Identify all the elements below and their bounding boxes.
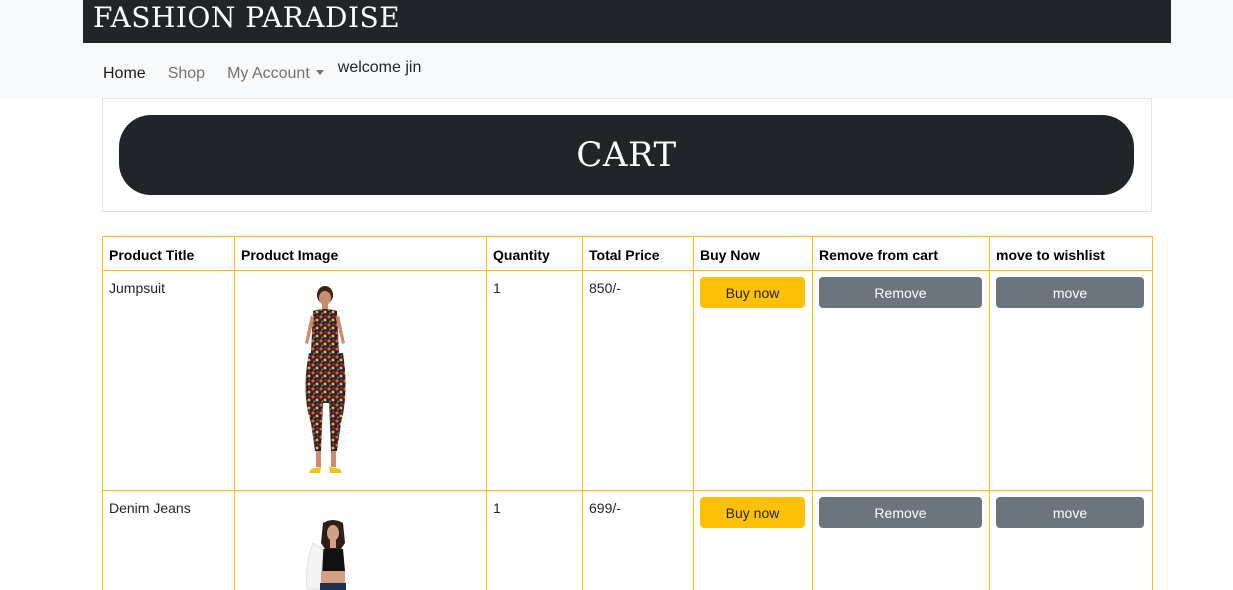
table-row: Denim Jeans 1 699/- Buy now Remove move — [102, 490, 1153, 590]
move-to-wishlist-button[interactable]: move — [996, 277, 1144, 308]
remove-button[interactable]: Remove — [819, 277, 982, 308]
brand-logo[interactable]: FASHION PARADISE — [93, 1, 400, 34]
header-product-title: Product Title — [102, 236, 235, 271]
cart-table: Product Title Product Image Quantity Tot… — [102, 236, 1153, 590]
table-header-row: Product Title Product Image Quantity Tot… — [102, 236, 1153, 271]
nav-my-account[interactable]: My Account — [227, 65, 324, 83]
header-product-image: Product Image — [234, 236, 487, 271]
product-image-jumpsuit — [305, 286, 346, 473]
header-remove-from-cart: Remove from cart — [812, 236, 990, 271]
total-price-cell: 850/- — [582, 270, 694, 491]
quantity-cell: 1 — [486, 490, 583, 590]
buy-now-button[interactable]: Buy now — [700, 277, 805, 308]
move-to-wishlist-button[interactable]: move — [996, 497, 1144, 528]
nav-shop[interactable]: Shop — [168, 65, 205, 83]
header-move-to-wishlist: move to wishlist — [989, 236, 1153, 271]
product-title-cell: Denim Jeans — [102, 490, 235, 590]
product-image-cell — [234, 270, 487, 491]
brand-bar: FASHION PARADISE — [83, 0, 1171, 43]
product-image-cell — [234, 490, 487, 590]
wishlist-cell: move — [989, 270, 1153, 491]
wishlist-cell: move — [989, 490, 1153, 590]
remove-cell: Remove — [812, 490, 990, 590]
nav-home[interactable]: Home — [103, 65, 146, 83]
table-row: Jumpsuit 1 850/- Buy now Remove move — [102, 270, 1153, 491]
welcome-text: welcome jin — [337, 59, 422, 76]
cart-header-card: CART — [102, 98, 1152, 212]
buy-now-cell: Buy now — [693, 490, 813, 590]
header-buy-now: Buy Now — [693, 236, 813, 271]
product-image-denim-jeans — [306, 520, 346, 590]
nav-my-account-label: My Account — [227, 65, 310, 82]
header-quantity: Quantity — [486, 236, 583, 271]
header-total-price: Total Price — [582, 236, 694, 271]
main-nav: Home Shop My Account welcome jin — [103, 59, 422, 88]
cart-banner: CART — [119, 115, 1134, 195]
chevron-down-icon — [315, 70, 324, 76]
product-title-cell: Jumpsuit — [102, 270, 235, 491]
total-price-cell: 699/- — [582, 490, 694, 590]
buy-now-cell: Buy now — [693, 270, 813, 491]
remove-button[interactable]: Remove — [819, 497, 982, 528]
remove-cell: Remove — [812, 270, 990, 491]
page-title: CART — [576, 135, 677, 175]
buy-now-button[interactable]: Buy now — [700, 497, 805, 528]
quantity-cell: 1 — [486, 270, 583, 491]
